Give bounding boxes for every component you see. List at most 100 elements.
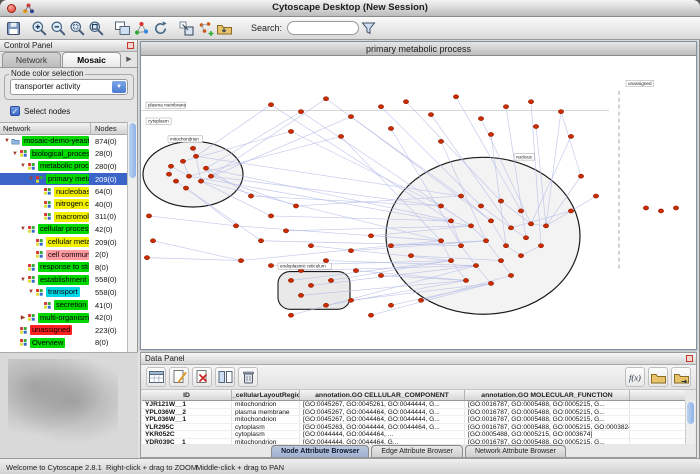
network-node[interactable] [348,249,353,253]
network-node[interactable] [498,199,503,203]
network-node[interactable] [503,105,508,109]
network-node[interactable] [418,298,423,302]
table-cell[interactable]: [GO:0005488, GO:0005215, GO:0003674] [465,431,630,438]
tree-item-multi-organism-pro[interactable]: ▶multi-organism pro...42(0) [0,311,128,324]
tree-item-nucleobase[interactable]: nucleobase...64(0) [0,185,128,198]
network-node[interactable] [288,278,293,282]
network-node[interactable] [258,239,263,243]
network-node[interactable] [388,126,393,130]
network-node[interactable] [478,116,483,120]
title-bar[interactable]: Cytoscape Desktop (New Session) [0,0,700,17]
network-node[interactable] [658,209,663,213]
tree-item-cell-communica[interactable]: cell communica...2(0) [0,248,128,261]
table-cell[interactable]: YPL036W__1 [142,416,232,423]
network-node[interactable] [408,254,413,258]
network-node[interactable] [146,214,151,218]
table-cell[interactable]: [GO:0044444, GO:0044464, ... [300,431,465,438]
network-node[interactable] [448,219,453,223]
network-node[interactable] [378,273,383,277]
table-cell[interactable]: [GO:0016787, GO:0005488, GO:0005215, G..… [465,401,630,408]
network-node[interactable] [298,110,303,114]
network-node[interactable] [173,179,178,183]
tree-item-cellular-metabo[interactable]: cellular metabo...209(0) [0,236,128,249]
network-node[interactable] [543,224,548,228]
network-node[interactable] [388,244,393,248]
network-window-titlebar[interactable]: primary metabolic process [141,42,696,56]
tree-expand-handle[interactable]: ▼ [19,226,27,232]
more-tabs-icon[interactable]: ▶ [123,52,135,67]
color-attribute-dropdown[interactable]: transporter activity ▼ [10,79,128,95]
network-node[interactable] [403,100,408,104]
network-node[interactable] [488,132,493,136]
table-cell[interactable]: YJR121W__1 [142,401,232,408]
tree-expand-handle[interactable]: ▼ [19,163,27,169]
table-cell[interactable]: mitochondrion [232,401,300,408]
tree-item-unassigned[interactable]: unassigned223(0) [0,324,128,337]
network-node[interactable] [293,204,298,208]
network-node[interactable] [438,204,443,208]
scrollbar-thumb[interactable] [687,402,694,424]
network-node[interactable] [458,244,463,248]
network-node[interactable] [498,259,503,263]
network-node[interactable] [438,139,443,143]
network-node[interactable] [203,166,208,170]
network-node[interactable] [438,239,443,243]
network-canvas[interactable]: plasma membranecytoplasmmitochondrionnuc… [141,57,696,349]
column-header-annotation-go-molecular-function[interactable]: annotation.GO MOLECULAR_FUNCTION [465,390,630,400]
network-node[interactable] [328,278,333,282]
overview-icon[interactable] [113,19,132,38]
tree-item-transport[interactable]: ▼transport558(0) [0,286,128,299]
tree-item-secretion[interactable]: secretion41(0) [0,299,128,312]
create-attribute-icon[interactable] [169,367,189,387]
network-node[interactable] [308,283,313,287]
network-node[interactable] [508,226,513,230]
network-node[interactable] [478,204,483,208]
table-cell[interactable]: mitochondrion [232,416,300,423]
table-cell[interactable] [630,416,685,423]
network-node[interactable] [208,174,213,178]
tree-item-response-to-stimul[interactable]: response to stimul...8(0) [0,261,128,274]
table-cell[interactable]: cytoplasm [232,424,300,431]
network-node[interactable] [288,129,293,133]
network-node[interactable] [323,303,328,307]
new-network-icon[interactable] [196,19,215,38]
network-node[interactable] [568,134,573,138]
network-node[interactable] [593,194,598,198]
network-node[interactable] [673,206,678,210]
network-node[interactable] [150,239,155,243]
table-cell[interactable]: YLR295C [142,424,232,431]
table-row[interactable]: YPL036W__2plasma membrane[GO:0045267, GO… [142,409,685,417]
network-node[interactable] [528,222,533,226]
network-node[interactable] [378,105,383,109]
network-node[interactable] [368,234,373,238]
network-node[interactable] [473,263,478,267]
network-node[interactable] [338,134,343,138]
network-node[interactable] [348,298,353,302]
column-header-id[interactable]: ID [142,390,232,400]
float-panel-icon[interactable] [127,42,134,49]
network-node[interactable] [288,313,293,317]
scale-icon[interactable] [177,19,196,38]
table-row[interactable]: YPL036W__1mitochondrion[GO:0045267, GO:0… [142,416,685,424]
network-node[interactable] [193,154,198,158]
tree-item-nitrogen-compo[interactable]: nitrogen compo...40(0) [0,198,128,211]
network-node[interactable] [248,194,253,198]
network-node[interactable] [308,244,313,248]
import-network-icon[interactable] [215,19,234,38]
select-attributes-icon[interactable] [146,367,166,387]
search-input[interactable] [287,21,359,35]
network-node[interactable] [268,263,273,267]
tree-column-network[interactable]: Network [0,123,91,135]
network-node[interactable] [488,219,493,223]
network-node[interactable] [166,172,171,176]
table-cell[interactable]: YKR052C [142,431,232,438]
network-node[interactable] [348,115,353,119]
network-node[interactable] [428,113,433,117]
network-node[interactable] [488,281,493,285]
float-panel-icon[interactable] [686,355,693,362]
table-cell[interactable] [630,431,685,438]
table-cell[interactable]: [GO:0045263, GO:0044444, GO:0044464, G..… [300,424,465,431]
tab-node-attribute-browser[interactable]: Node Attribute Browser [271,445,369,457]
tree-column-nodes[interactable]: Nodes [92,123,128,135]
network-node[interactable] [518,209,523,213]
